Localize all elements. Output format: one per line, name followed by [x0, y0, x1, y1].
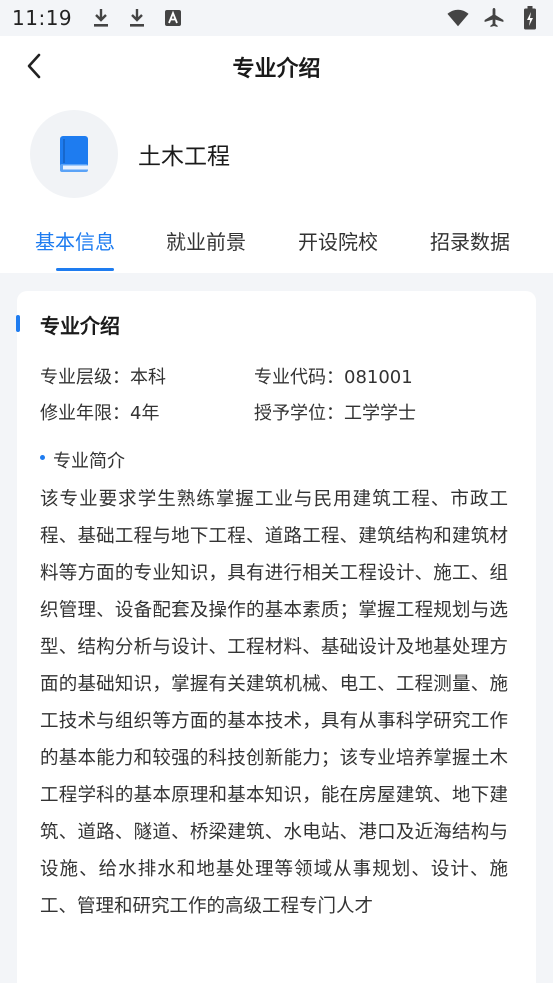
back-button[interactable]: [18, 50, 50, 82]
battery-charging-icon: [519, 6, 541, 30]
airplane-icon: [483, 7, 505, 29]
major-name: 土木工程: [138, 144, 230, 170]
status-left-icons: [90, 7, 184, 29]
degree-label: 授予学位：: [254, 403, 344, 424]
duration-value: 4年: [130, 403, 160, 424]
major-avatar: [30, 110, 118, 198]
tab-bar: 基本信息 就业前景 开设院校 招录数据: [0, 226, 553, 273]
duration-field: 修业年限：4年: [40, 399, 159, 425]
section-title: 专业介绍: [40, 314, 120, 338]
tab-admission-data[interactable]: 招录数据: [430, 226, 510, 255]
code-value: 081001: [344, 367, 413, 388]
tab-employment-outlook[interactable]: 就业前景: [166, 226, 246, 255]
summary-text: 该专业要求学生熟练掌握工业与民用建筑工程、市政工程、基础工程与地下工程、道路工程…: [40, 489, 508, 917]
header: 专业介绍 土木工程 基本信息 就业前景 开设院校 招录数据: [0, 36, 553, 273]
summary-heading: 专业简介: [40, 447, 125, 473]
font-icon: [162, 7, 184, 29]
bullet-dot: [40, 454, 45, 460]
major-info: 土木工程: [30, 110, 230, 198]
degree-field: 授予学位：工学学士: [254, 399, 416, 425]
summary-heading-label: 专业简介: [53, 451, 125, 472]
code-label: 专业代码：: [254, 367, 344, 388]
download-icon: [90, 7, 112, 29]
duration-label: 修业年限：: [40, 403, 130, 424]
status-time: 11:19: [12, 6, 73, 30]
code-field: 专业代码：081001: [254, 363, 413, 389]
status-bar: 11:19: [0, 0, 553, 36]
nav-bar: 专业介绍: [0, 36, 553, 98]
download-icon: [126, 7, 148, 29]
chevron-left-icon: [27, 53, 41, 79]
tab-basic-info[interactable]: 基本信息: [35, 226, 115, 255]
wifi-icon: [447, 7, 469, 29]
page-title: 专业介绍: [232, 57, 321, 82]
status-right-icons: [447, 6, 541, 30]
level-label: 专业层级：: [40, 367, 130, 388]
active-tab-indicator: [56, 268, 114, 271]
level-field: 专业层级：本科: [40, 363, 166, 389]
book-icon: [60, 136, 88, 172]
section-marker: [16, 315, 20, 332]
degree-value: 工学学士: [344, 403, 416, 424]
major-intro-card: 专业介绍 专业层级：本科 专业代码：081001 修业年限：4年 授予学位：工学…: [16, 291, 536, 983]
tab-offering-schools[interactable]: 开设院校: [298, 226, 378, 255]
level-value: 本科: [130, 367, 166, 388]
